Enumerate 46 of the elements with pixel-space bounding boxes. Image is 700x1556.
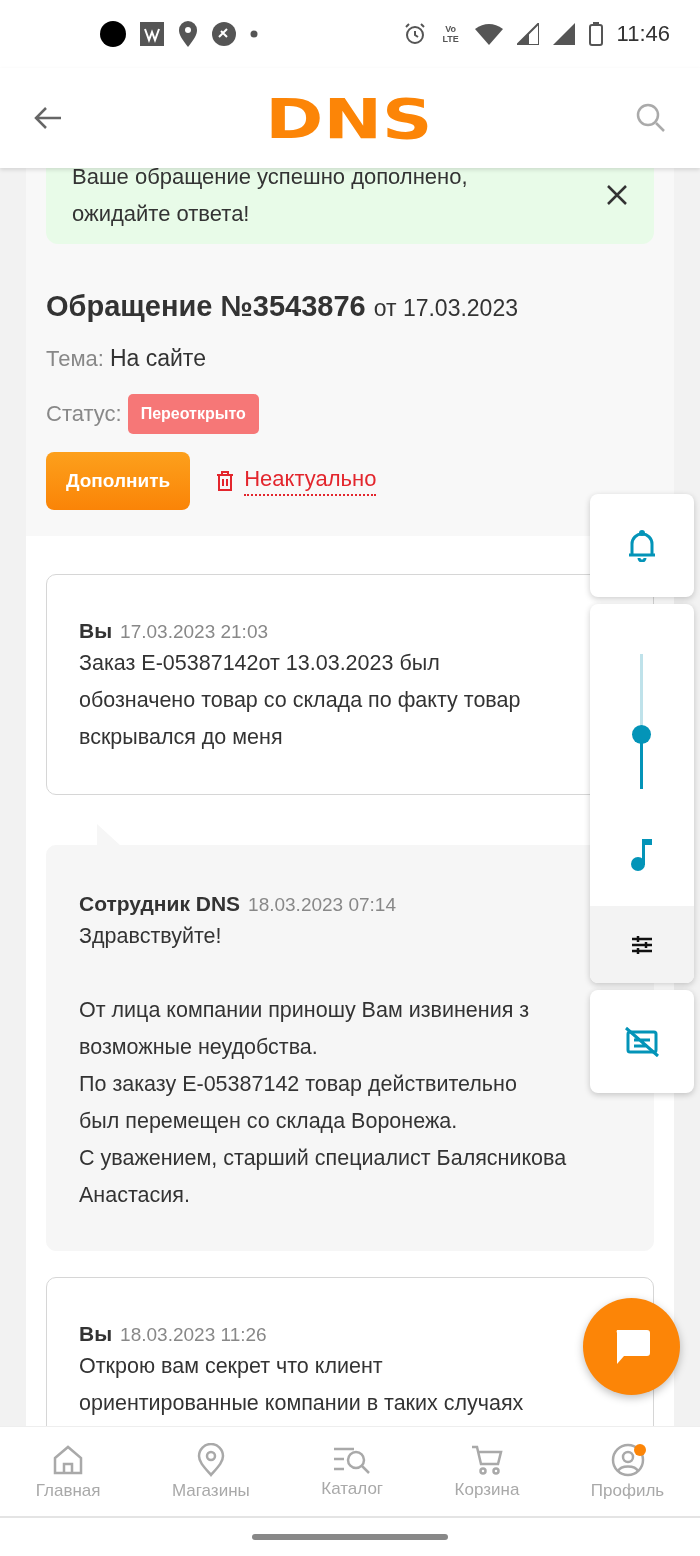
status-label: Статус: — [46, 401, 122, 427]
message-text: Здравствуйте! От лица компании приношу Вам извинения з возможные неудобства. По заказу Е-05387142 товар действительно был перемещен со склада Воронежа. С уважением, старший специалист Балясникова Анастасия. — [79, 923, 568, 1209]
clock-time: 11:46 — [616, 21, 670, 47]
circle-icon — [100, 21, 126, 47]
status-badge: Переоткрыто — [127, 394, 259, 434]
battery-icon — [588, 22, 603, 46]
message-author: Сотрудник DNS — [79, 892, 241, 916]
message-time: 18.03.2023 11:26 — [120, 1324, 267, 1346]
nav-tab[interactable]: Каталог — [321, 1444, 384, 1499]
nav-tab[interactable]: Профиль — [590, 1442, 665, 1501]
app-icon — [140, 22, 164, 46]
equalizer-icon[interactable] — [631, 933, 653, 956]
nav-tab[interactable]: Главная — [35, 1442, 101, 1501]
signal-icon — [552, 23, 575, 45]
message-time: 18.03.2023 07:14 — [248, 894, 396, 916]
message-author: Вы — [79, 1322, 113, 1346]
location-pin-icon — [195, 1442, 226, 1477]
message-text: Открою вам секрет что клиент ориентированные компании в таких случаях — [79, 1353, 525, 1417]
signal-icon — [516, 23, 539, 45]
satellite-icon — [212, 22, 236, 46]
message-time: 17.03.2023 21:03 — [120, 621, 269, 643]
irrelevant-link[interactable]: Неактуально — [244, 466, 377, 496]
message-text: Заказ Е-05387142от 13.03.2023 был обозначено товар со склада по факту товар вскрывался до меня — [79, 650, 522, 751]
back-arrow-icon[interactable] — [34, 106, 62, 130]
network-label: Vo LTE — [441, 24, 460, 44]
close-icon[interactable] — [606, 184, 628, 206]
message-author: Вы — [79, 619, 113, 643]
add-button[interactable]: Дополнить — [46, 452, 191, 510]
topic-label: Тема: — [46, 345, 104, 372]
captions-off-icon[interactable] — [624, 1025, 660, 1058]
notice-text: Ваше обращение успешно дополнено, ожидайте ответа! — [72, 168, 468, 228]
profile-icon — [610, 1442, 645, 1477]
music-note-icon[interactable] — [630, 838, 654, 872]
topic-value: На сайте — [109, 345, 206, 372]
logo[interactable]: DNS — [265, 85, 433, 151]
ticket-title: Обращение №3543876 — [46, 290, 366, 323]
nav-tab[interactable]: Корзина — [454, 1443, 520, 1500]
trash-icon[interactable] — [216, 470, 235, 492]
nav-tab[interactable]: Магазины — [171, 1442, 250, 1501]
cart-icon — [469, 1443, 504, 1476]
bell-icon[interactable] — [628, 529, 656, 562]
ticket-date: от 17.03.2023 — [373, 295, 518, 322]
search-icon[interactable] — [636, 103, 666, 133]
location-pin-icon — [178, 21, 198, 47]
dot-icon — [250, 30, 258, 38]
wifi-icon — [474, 23, 503, 45]
